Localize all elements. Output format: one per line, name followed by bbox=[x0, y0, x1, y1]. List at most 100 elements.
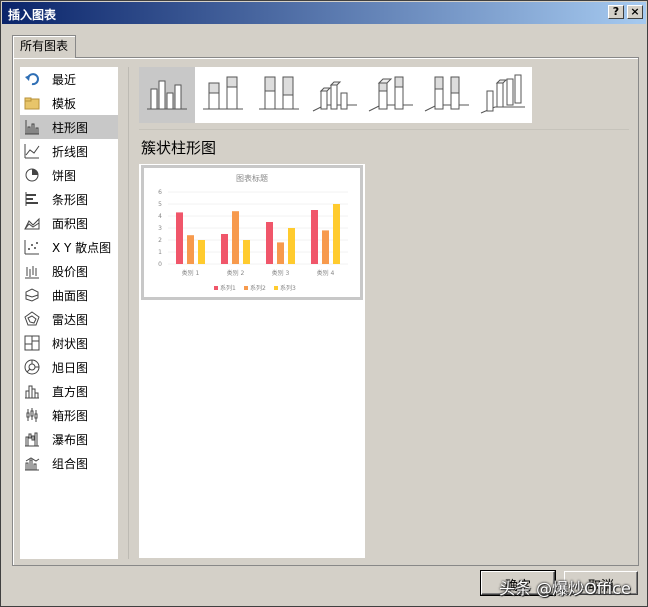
sidebar-item[interactable]: 直方图 bbox=[20, 379, 118, 403]
sidebar-item[interactable]: 最近 bbox=[20, 67, 118, 91]
folder-icon bbox=[24, 95, 40, 111]
line-chart-icon bbox=[24, 143, 40, 159]
sidebar-item[interactable]: 股价图 bbox=[20, 259, 118, 283]
bar bbox=[221, 234, 228, 264]
histogram-chart-icon bbox=[24, 383, 40, 399]
y-tick-label: 1 bbox=[158, 249, 162, 256]
sidebar-item-label: 直方图 bbox=[52, 385, 89, 399]
chart-subtype-bar bbox=[139, 67, 532, 123]
sidebar-item-label: 面积图 bbox=[52, 217, 89, 231]
dialog-title: 插入图表 bbox=[8, 8, 57, 22]
sidebar-item-label: 最近 bbox=[52, 73, 77, 87]
sidebar-item[interactable]: 柱形图 bbox=[20, 115, 118, 139]
3d-stacked-column-icon[interactable] bbox=[363, 67, 419, 123]
sidebar-item-label: 模板 bbox=[52, 97, 77, 111]
sidebar-item[interactable]: 树状图 bbox=[20, 331, 118, 355]
sidebar-item[interactable]: 面积图 bbox=[20, 211, 118, 235]
legend-swatch bbox=[214, 286, 218, 290]
bar bbox=[176, 212, 183, 264]
legend-swatch bbox=[274, 286, 278, 290]
bar bbox=[322, 230, 329, 264]
legend-label: 系列1 bbox=[220, 284, 236, 292]
sidebar-item[interactable]: 模板 bbox=[20, 91, 118, 115]
stock-chart-icon bbox=[24, 263, 40, 279]
sidebar-item[interactable]: 折线图 bbox=[20, 139, 118, 163]
sunburst-chart-icon bbox=[24, 359, 40, 375]
y-tick-label: 2 bbox=[158, 237, 162, 244]
sidebar-item-label: 柱形图 bbox=[52, 121, 89, 135]
100-stacked-column-icon[interactable] bbox=[251, 67, 307, 123]
pie-chart-icon bbox=[24, 167, 40, 183]
3d-clustered-column-icon[interactable] bbox=[307, 67, 363, 123]
bar bbox=[311, 210, 318, 264]
chart-preview-thumbnail[interactable]: 图表标题 0 1 2 3 4 5 6 类别 1 类别 2 类别 3 类别 4 系列1 系列2 系列3 bbox=[141, 165, 363, 300]
chart-type-list: 最近模板柱形图折线图饼图条形图面积图 X Y 散点图股价图曲面图雷达图树状图旭日图… bbox=[20, 67, 118, 559]
watermark: 头条 @爆炒Office bbox=[499, 579, 631, 598]
sidebar-item-label: 组合图 bbox=[52, 457, 89, 471]
x-tick-label: 类别 1 bbox=[182, 269, 200, 277]
sidebar-item[interactable]: 旭日图 bbox=[20, 355, 118, 379]
sidebar-item[interactable]: 条形图 bbox=[20, 187, 118, 211]
sidebar-item-label: X Y 散点图 bbox=[52, 241, 112, 255]
surface-chart-icon bbox=[24, 287, 40, 303]
bar bbox=[277, 242, 284, 264]
chart-title: 图表标题 bbox=[236, 173, 268, 183]
bar bbox=[187, 235, 194, 264]
bar bbox=[288, 228, 295, 264]
divider bbox=[128, 67, 129, 559]
sidebar-item[interactable]: 雷达图 bbox=[20, 307, 118, 331]
y-tick-label: 6 bbox=[158, 189, 162, 196]
box-whisker-chart-icon bbox=[24, 407, 40, 423]
sidebar-item[interactable]: 曲面图 bbox=[20, 283, 118, 307]
sidebar-item-label: 饼图 bbox=[52, 169, 77, 183]
sidebar-item-label: 旭日图 bbox=[52, 361, 89, 375]
help-button[interactable]: ? bbox=[608, 5, 624, 19]
sidebar-item[interactable]: 箱形图 bbox=[20, 403, 118, 427]
treemap-chart-icon bbox=[24, 335, 40, 351]
bar bbox=[198, 240, 205, 264]
column-chart-icon bbox=[24, 119, 40, 135]
bar bbox=[243, 240, 250, 264]
x-tick-label: 类别 3 bbox=[272, 269, 290, 277]
bar bbox=[266, 222, 273, 264]
y-tick-label: 3 bbox=[158, 225, 162, 232]
subtype-title: 簇状柱形图 bbox=[141, 139, 217, 157]
sidebar-item-label: 曲面图 bbox=[52, 289, 89, 303]
sidebar-item-label: 箱形图 bbox=[52, 409, 89, 423]
sidebar-item[interactable]: 饼图 bbox=[20, 163, 118, 187]
title-bar[interactable]: 插入图表 ? × bbox=[2, 2, 646, 24]
sidebar-item-label: 条形图 bbox=[52, 193, 89, 207]
sidebar-item-label: 折线图 bbox=[52, 145, 89, 159]
scatter-chart-icon bbox=[24, 239, 40, 255]
tab-all-charts[interactable]: 所有图表 bbox=[12, 35, 76, 58]
area-chart-icon bbox=[24, 215, 40, 231]
x-tick-label: 类别 4 bbox=[317, 269, 335, 277]
bar-chart-icon bbox=[24, 191, 40, 207]
sidebar-item[interactable]: 组合图 bbox=[20, 451, 118, 475]
recent-icon bbox=[24, 71, 40, 87]
insert-chart-dialog: 插入图表 ? × 所有图表 最近模板柱形图折线图饼图条形图面积图 X Y 散点图股… bbox=[0, 0, 648, 607]
x-tick-label: 类别 2 bbox=[227, 269, 245, 277]
legend-label: 系列3 bbox=[280, 284, 296, 292]
sidebar-item-label: 瀑布图 bbox=[52, 433, 89, 447]
sidebar-item[interactable]: X Y 散点图 bbox=[20, 235, 118, 259]
sidebar-item-label: 雷达图 bbox=[52, 313, 89, 327]
bar bbox=[333, 204, 340, 264]
preview-chart: 图表标题 0 1 2 3 4 5 6 类别 1 类别 2 类别 3 类别 4 系列1 系列2 系列3 bbox=[158, 173, 348, 292]
y-tick-label: 0 bbox=[158, 261, 162, 268]
y-tick-label: 5 bbox=[158, 201, 162, 208]
sidebar-item-label: 树状图 bbox=[52, 337, 89, 351]
sidebar-item[interactable]: 瀑布图 bbox=[20, 427, 118, 451]
close-button[interactable]: × bbox=[627, 5, 643, 19]
stacked-column-icon[interactable] bbox=[195, 67, 251, 123]
radar-chart-icon bbox=[24, 311, 40, 327]
bar bbox=[232, 211, 239, 264]
legend-swatch bbox=[244, 286, 248, 290]
divider bbox=[139, 129, 629, 130]
y-tick-label: 4 bbox=[158, 213, 162, 220]
waterfall-chart-icon bbox=[24, 431, 40, 447]
clustered-column-icon[interactable] bbox=[139, 67, 195, 123]
3d-column-icon[interactable] bbox=[475, 67, 531, 123]
3d-100-stacked-column-icon[interactable] bbox=[419, 67, 475, 123]
combo-chart-icon bbox=[24, 455, 40, 471]
